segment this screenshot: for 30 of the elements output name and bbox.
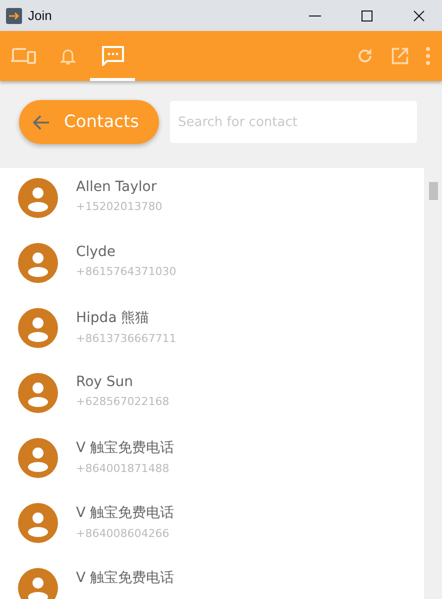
avatar-icon [18, 308, 58, 348]
back-arrow-icon [33, 114, 50, 130]
window-title: Join [28, 8, 52, 23]
avatar-icon [18, 373, 58, 413]
more-icon[interactable] [426, 47, 430, 65]
avatar-icon [18, 503, 58, 543]
contact-name[interactable]: Allen Taylor [76, 179, 162, 195]
devices-icon [10, 47, 36, 65]
avatar-icon [18, 178, 58, 218]
contact-name[interactable]: Clyde [76, 244, 176, 260]
contact-name[interactable]: V 触宝免费电话 [76, 569, 174, 587]
maximize-icon[interactable] [361, 10, 373, 22]
avatar-icon [18, 243, 58, 283]
phone-number: +8615764371030 [76, 265, 176, 278]
contact-name[interactable]: V 触宝免费电话 [76, 504, 174, 522]
phone-number: +15202013780 [76, 200, 162, 213]
phone-number: +8613736667711 [76, 332, 176, 345]
phone-number: +864008604266 [76, 527, 170, 540]
close-icon[interactable] [413, 10, 425, 22]
phone-number: +864001871488 [76, 462, 170, 475]
contact-name[interactable]: Roy Sun [76, 374, 170, 390]
bell-icon [60, 46, 76, 66]
contact-name[interactable]: Hipda 熊猫 [76, 309, 176, 327]
message-icon [102, 46, 124, 66]
avatar-icon [18, 438, 58, 478]
app-icon [6, 8, 22, 24]
contact-name[interactable]: V 触宝免费电话 [76, 439, 174, 457]
external-link-icon[interactable] [391, 47, 409, 65]
refresh-icon[interactable] [356, 47, 374, 65]
phone-number: +628567022168 [76, 395, 170, 408]
